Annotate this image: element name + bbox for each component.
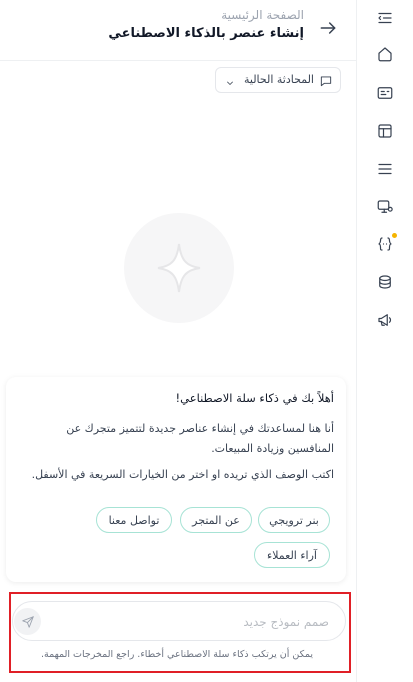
menu-collapse-icon[interactable] <box>375 8 395 28</box>
list-icon[interactable] <box>375 159 395 179</box>
welcome-title: أهلاً بك في ذكاء سلة الاصطناعي! <box>175 391 334 405</box>
ai-sparkle-placeholder <box>124 213 234 323</box>
welcome-intro: أنا هنا لمساعدتك في إنشاء عناصر جديدة لت… <box>66 422 334 455</box>
megaphone-icon[interactable] <box>375 310 395 330</box>
sidebar-rail <box>356 0 413 682</box>
chat-bubble-icon <box>319 73 333 87</box>
sparkle-icon <box>157 243 201 293</box>
notification-dot <box>392 233 397 238</box>
id-card-icon[interactable] <box>375 83 395 103</box>
welcome-card: أهلاً بك في ذكاء سلة الاصطناعي! أنا هنا … <box>6 377 346 582</box>
ai-panel: الصفحة الرئيسية إنشاء عنصر بالذكاء الاصط… <box>0 0 356 682</box>
back-button[interactable] <box>314 14 342 42</box>
box-icon[interactable] <box>375 272 395 292</box>
ai-disclaimer: يمكن أن يرتكب ذكاء سلة الاصطناعي أخطاء. … <box>40 649 314 660</box>
quick-option-customer-reviews[interactable]: آراء العملاء <box>254 542 330 568</box>
quick-option-contact-us[interactable]: تواصل معنا <box>96 507 172 533</box>
chat-composer <box>12 601 346 641</box>
conversation-selector[interactable]: المحادثة الحالية <box>215 67 341 93</box>
send-icon <box>21 615 34 628</box>
welcome-instruction: اكتب الوصف الذي تريده او اختر من الخيارا… <box>31 468 334 481</box>
breadcrumb[interactable]: الصفحة الرئيسية <box>221 8 304 22</box>
conversation-selector-label: المحادثة الحالية <box>243 73 314 86</box>
quick-option-about-store[interactable]: عن المتجر <box>180 507 252 533</box>
layout-icon[interactable] <box>375 121 395 141</box>
arrow-right-icon <box>320 22 336 34</box>
panel-header: الصفحة الرئيسية إنشاء عنصر بالذكاء الاصط… <box>0 0 356 61</box>
chevron-down-icon <box>224 74 236 86</box>
home-icon[interactable] <box>375 44 395 64</box>
prompt-input[interactable] <box>67 611 331 633</box>
page-title: إنشاء عنصر بالذكاء الاصطناعي <box>108 26 304 41</box>
quick-option-promo-banner[interactable]: بنر ترويجي <box>258 507 330 533</box>
send-button[interactable] <box>14 608 41 635</box>
monitor-settings-icon[interactable] <box>375 197 395 217</box>
